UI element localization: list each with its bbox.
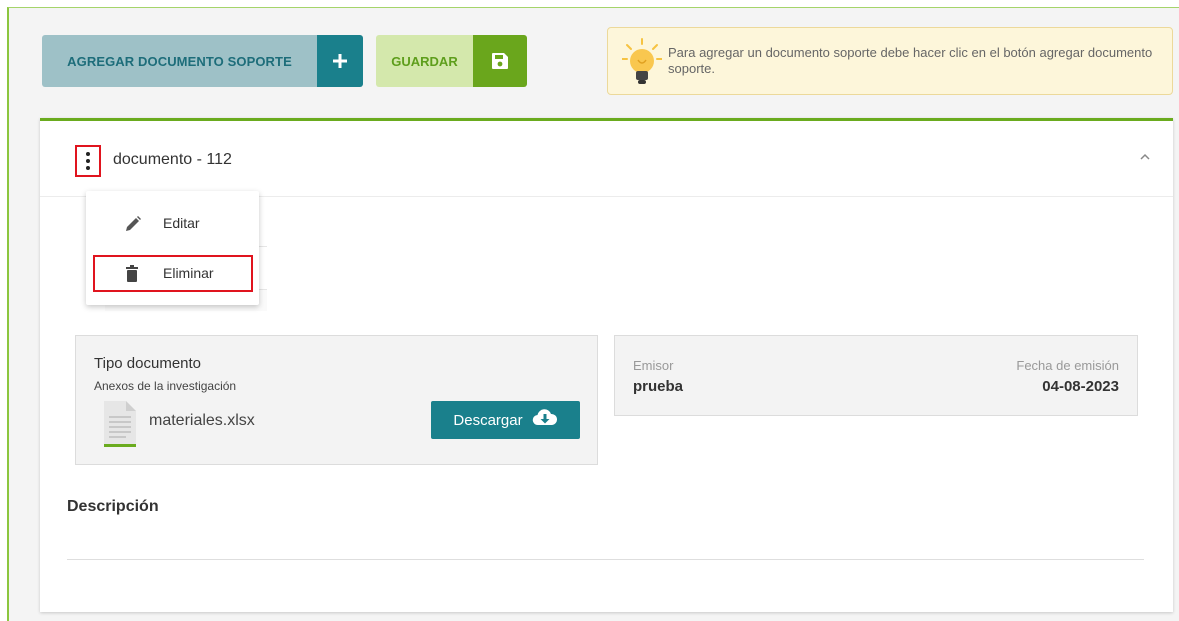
- menu-item-edit-label: Editar: [163, 215, 200, 231]
- info-notice: Para agregar un documento soporte debe h…: [607, 27, 1173, 95]
- pencil-icon: [124, 215, 142, 238]
- add-support-document-label: AGREGAR DOCUMENTO SOPORTE: [42, 35, 317, 87]
- lightbulb-icon: [621, 37, 663, 92]
- menu-item-edit[interactable]: Editar: [86, 203, 259, 243]
- issue-date-label: Fecha de emisión: [1016, 358, 1119, 373]
- options-menu: Editar Eliminar: [86, 191, 259, 305]
- cloud-download-icon: [532, 409, 558, 431]
- card-title: documento - 112: [113, 151, 232, 168]
- download-button[interactable]: Descargar: [431, 401, 580, 439]
- document-type-label: Tipo documento: [94, 355, 202, 372]
- save-label: GUARDAR: [376, 35, 473, 87]
- download-label: Descargar: [453, 411, 523, 429]
- floppy-disk-icon: [473, 35, 527, 87]
- more-options-icon[interactable]: [75, 145, 101, 177]
- description-title: Descripción: [67, 498, 159, 515]
- file-name: materiales.xlsx: [149, 412, 255, 429]
- highlight-box: [93, 255, 253, 292]
- issuer-value: prueba: [633, 378, 684, 395]
- document-type-value: Anexos de la investigación: [94, 379, 237, 393]
- issuer-label: Emisor: [633, 358, 674, 373]
- info-message: Para agregar un documento soporte debe h…: [668, 45, 1153, 76]
- save-button[interactable]: GUARDAR: [376, 35, 527, 87]
- description-divider: [67, 559, 1144, 560]
- add-support-document-button[interactable]: AGREGAR DOCUMENTO SOPORTE: [42, 35, 363, 87]
- plus-icon: [317, 35, 363, 87]
- card-header[interactable]: documento - 112: [40, 121, 1173, 197]
- chevron-up-icon[interactable]: [1139, 149, 1151, 167]
- issue-date-value: 04-08-2023: [1042, 378, 1119, 395]
- file-icon: [104, 401, 136, 452]
- document-info-box: Tipo documento Anexos de la investigació…: [75, 335, 598, 465]
- issuer-info-box: Emisor prueba Fecha de emisión 04-08-202…: [614, 335, 1138, 416]
